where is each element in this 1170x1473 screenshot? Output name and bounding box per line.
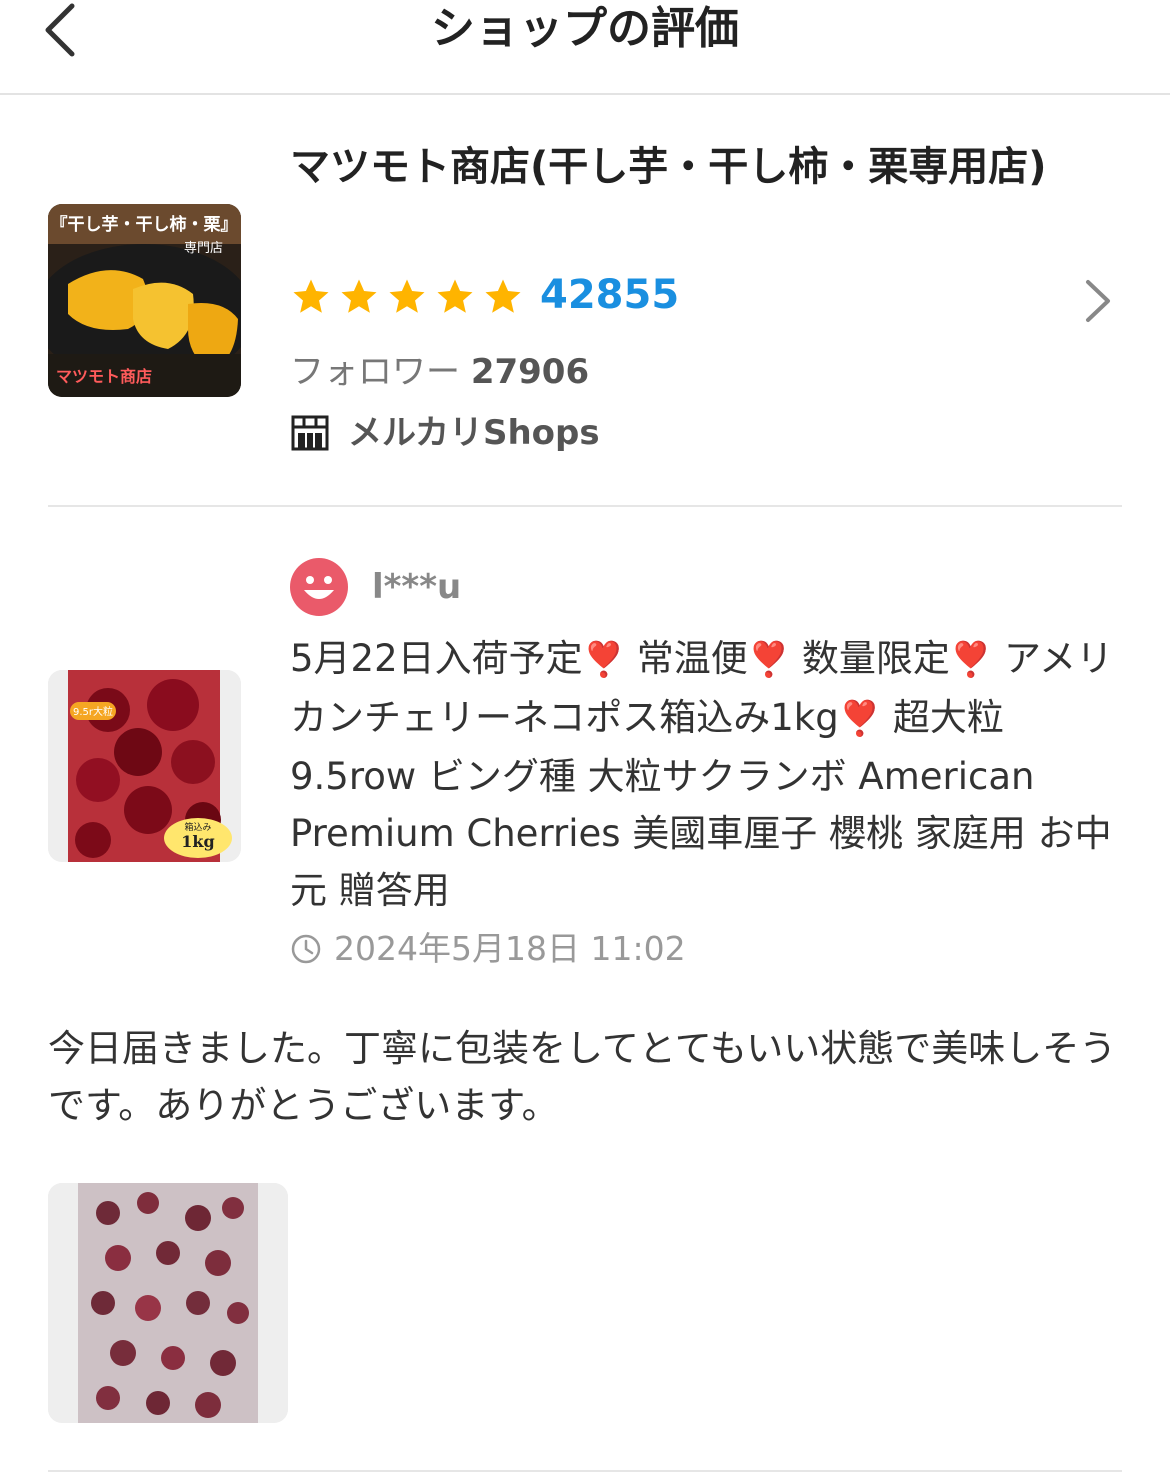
review-date: 2024年5月18日 11:02 — [290, 924, 686, 974]
reviewer-username: l***u — [372, 567, 462, 607]
star-icon — [293, 279, 329, 313]
followers-count: 27906 — [470, 352, 590, 392]
smiley-avatar-icon — [290, 558, 348, 616]
shop-thumb-brand: マツモト商店 — [56, 367, 152, 386]
product-thumbnail[interactable]: 9.5r大粒 箱込み 1kg — [48, 670, 241, 862]
review-item: l***u 9.5r大粒 箱込み 1kg 5月22日入荷予定❣️ 常温便❣️ 数… — [0, 520, 1170, 1473]
shops-label: メルカリShops — [348, 413, 600, 453]
star-icon — [389, 279, 425, 313]
divider — [48, 505, 1122, 507]
store-icon — [291, 415, 329, 451]
product-title-part: 常温便 — [636, 637, 748, 680]
review-photo-image — [48, 1183, 288, 1423]
heart-exclamation-icon: ❣️ — [949, 640, 993, 680]
product-thumbnail-image: 9.5r大粒 箱込み 1kg — [48, 670, 241, 862]
shop-summary[interactable]: 『干し芋・干し柿・栗』 専門店 マツモト商店 マツモト商店(干し芋・干し柿・栗専… — [0, 96, 1170, 506]
product-thumb-weight: 1kg — [181, 832, 214, 851]
rating-count: 42855 — [540, 272, 680, 318]
date-text: 2024年5月18日 11:02 — [334, 929, 686, 968]
heart-exclamation-icon: ❣️ — [747, 640, 791, 680]
shop-thumb-sub: 専門店 — [184, 241, 223, 256]
star-icon — [485, 279, 521, 313]
product-title-part: 数量限定 — [801, 637, 950, 680]
product-thumb-size: 9.5r大粒 — [73, 705, 113, 718]
shop-thumbnail: 『干し芋・干し柿・栗』 専門店 マツモト商店 — [48, 204, 241, 397]
product-title-part: 5月22日入荷予定 — [290, 637, 583, 680]
clock-icon — [291, 934, 321, 964]
review-comment: 今日届きました。丁寧に包装をしてとてもいい状態で美味しそうです。ありがとうござい… — [48, 1027, 1117, 1127]
heart-exclamation-icon: ❣️ — [582, 640, 625, 680]
divider — [48, 1470, 1122, 1472]
star-icon — [437, 279, 473, 313]
followers-label: フォロワー — [290, 352, 460, 392]
header-bar: ショップの評価 — [0, 0, 1170, 95]
shop-thumbnail-image: 『干し芋・干し柿・栗』 専門店 マツモト商店 — [48, 204, 241, 397]
shop-name: マツモト商店(干し芋・干し柿・栗専用店) — [290, 144, 1047, 190]
star-icon — [341, 279, 377, 313]
heart-exclamation-icon: ❣️ — [838, 699, 882, 739]
product-title[interactable]: 5月22日入荷予定❣️ 常温便❣️ 数量限定❣️ アメリカンチェリーネコポス箱込… — [290, 630, 1130, 919]
page-title: ショップの評価 — [431, 3, 739, 54]
shops-badge: メルカリShops — [290, 410, 600, 456]
followers: フォロワー 27906 — [290, 349, 589, 395]
shop-thumb-banner: 『干し芋・干し柿・栗』 — [51, 214, 238, 235]
chevron-right-icon[interactable] — [1076, 276, 1120, 326]
review-photo[interactable] — [48, 1183, 288, 1423]
rating-stars — [290, 276, 524, 318]
